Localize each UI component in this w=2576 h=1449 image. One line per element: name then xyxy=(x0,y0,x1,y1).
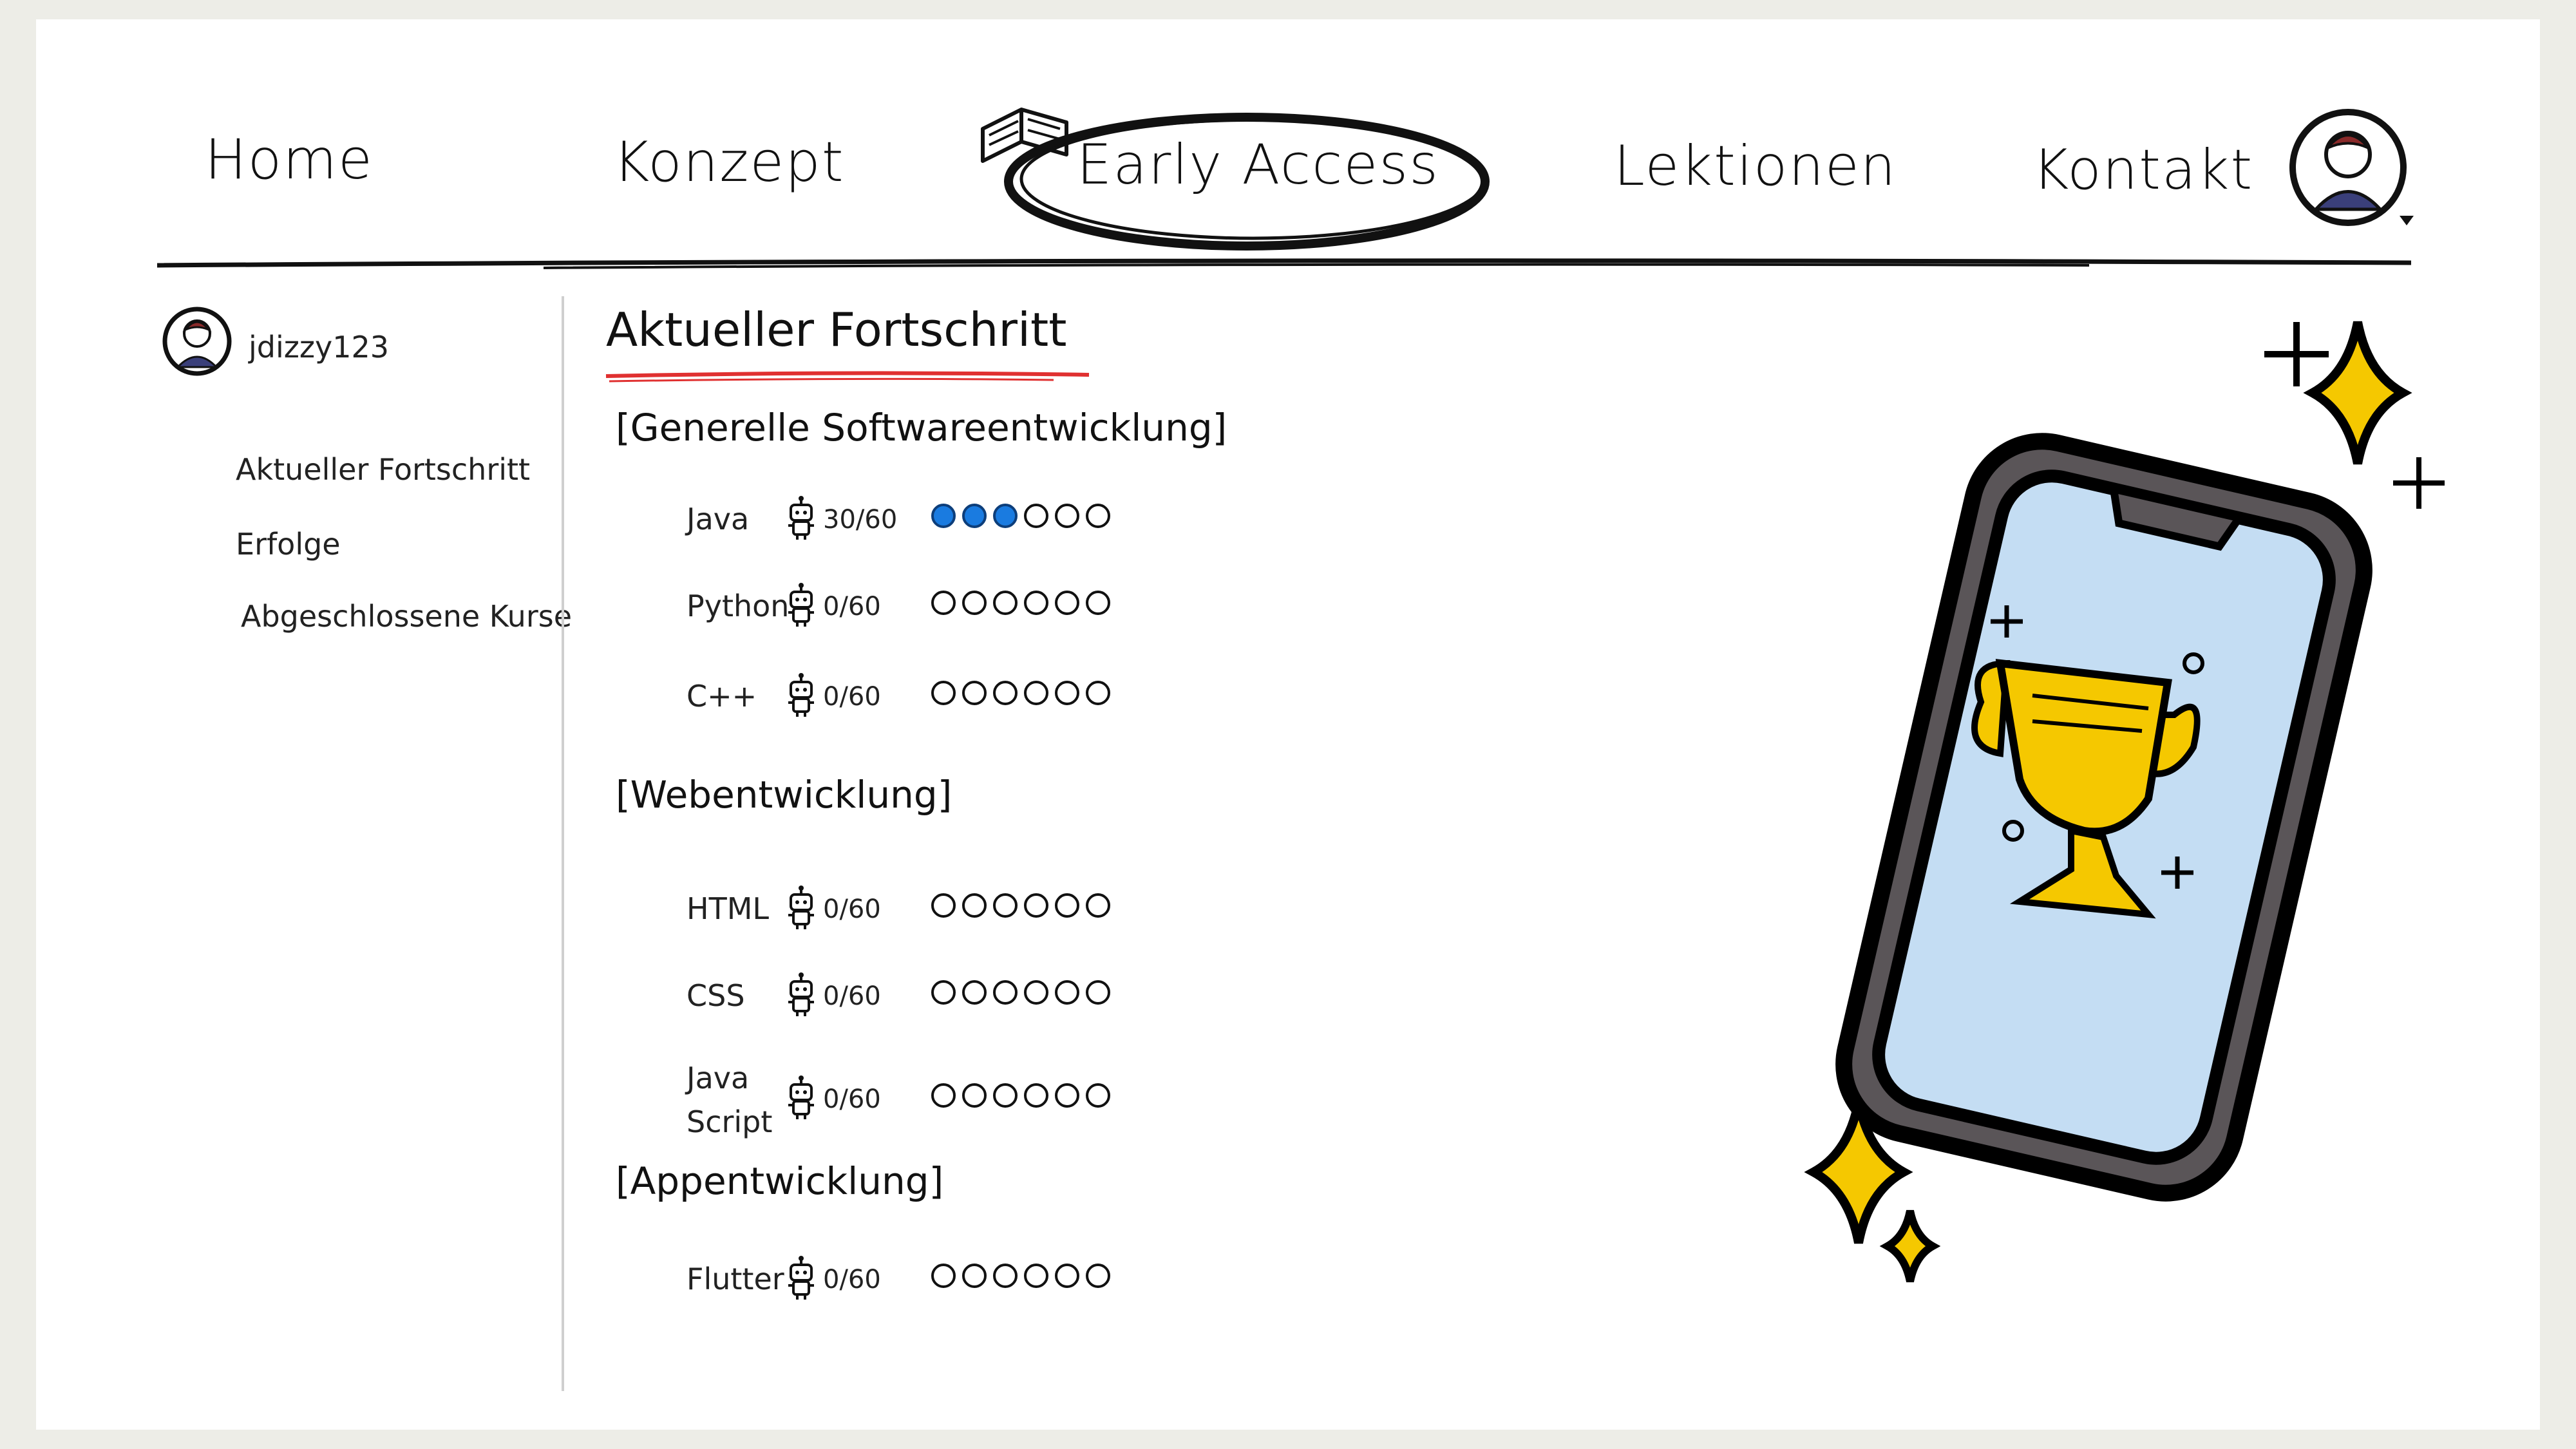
progress-dot-empty xyxy=(1024,504,1048,528)
robot-icon xyxy=(788,1075,814,1119)
progress-dots xyxy=(931,893,1110,925)
progress-dots xyxy=(931,1264,1110,1296)
progress-dot-empty xyxy=(1055,980,1079,1005)
title-underline xyxy=(605,371,1090,383)
progress-dot-empty xyxy=(1086,980,1110,1005)
course-score: 0/60 xyxy=(823,1084,881,1114)
section-heading: [Webentwicklung] xyxy=(616,773,952,817)
progress-dot-empty xyxy=(931,591,956,615)
robot-icon xyxy=(788,886,814,929)
progress-dot-empty xyxy=(993,1083,1018,1108)
progress-row[interactable]: Flutter 0/60 xyxy=(687,1256,1331,1327)
progress-dot-empty xyxy=(1086,893,1110,918)
progress-dot-empty xyxy=(993,893,1018,918)
nav-home[interactable]: Home xyxy=(205,128,374,192)
course-name: Flutter xyxy=(687,1262,784,1296)
progress-dots xyxy=(931,504,1110,536)
section-heading: [Appentwicklung] xyxy=(616,1159,944,1203)
progress-dot-empty xyxy=(962,591,987,615)
progress-dots xyxy=(931,980,1110,1012)
course-name: Java Script xyxy=(687,1061,773,1139)
progress-dot-empty xyxy=(993,1264,1018,1288)
progress-dot-empty xyxy=(993,591,1018,615)
course-score: 30/60 xyxy=(823,505,898,535)
progress-dot-empty xyxy=(962,1083,987,1108)
progress-dot-empty xyxy=(993,681,1018,705)
progress-dot-empty xyxy=(1055,591,1079,615)
sidebar-link-progress[interactable]: Aktueller Fortschritt xyxy=(236,452,530,487)
progress-row[interactable]: Java 30/60 xyxy=(687,496,1331,567)
progress-dots xyxy=(931,591,1110,623)
progress-dot-empty xyxy=(962,1264,987,1288)
progress-dots xyxy=(931,1083,1110,1115)
course-name: Python xyxy=(687,589,790,623)
sidebar-username: jdizzy123 xyxy=(249,330,390,365)
progress-row[interactable]: CSS 0/60 xyxy=(687,972,1331,1043)
progress-dot-empty xyxy=(1024,681,1048,705)
progress-dot-filled xyxy=(993,504,1018,528)
progress-dot-empty xyxy=(1086,681,1110,705)
progress-dot-empty xyxy=(1086,1083,1110,1108)
progress-dots xyxy=(931,681,1110,713)
course-score: 0/60 xyxy=(823,895,881,924)
robot-icon xyxy=(788,972,814,1016)
page-canvas: Home Konzept Early Access Lektionen Kont… xyxy=(36,19,2540,1430)
progress-dot-empty xyxy=(1024,1264,1048,1288)
course-name: CSS xyxy=(687,978,745,1013)
progress-dot-empty xyxy=(931,893,956,918)
sidebar-link-achievements[interactable]: Erfolge xyxy=(236,527,341,562)
progress-row[interactable]: HTML 0/60 xyxy=(687,886,1331,956)
sidebar-divider xyxy=(562,296,564,1391)
progress-dot-empty xyxy=(1086,504,1110,528)
course-score: 0/60 xyxy=(823,1265,881,1294)
progress-dot-empty xyxy=(962,980,987,1005)
progress-dot-empty xyxy=(1024,591,1048,615)
course-name: C++ xyxy=(687,679,757,714)
progress-dot-empty xyxy=(931,1264,956,1288)
progress-dot-empty xyxy=(1024,893,1048,918)
course-score: 0/60 xyxy=(823,981,881,1011)
progress-dot-empty xyxy=(1055,1264,1079,1288)
progress-dot-empty xyxy=(962,893,987,918)
progress-dot-empty xyxy=(931,1083,956,1108)
progress-dot-filled xyxy=(962,504,987,528)
nav-early-access[interactable]: Early Access xyxy=(1077,133,1439,197)
progress-dot-empty xyxy=(962,681,987,705)
progress-row[interactable]: Java Script 0/60 xyxy=(687,1061,1331,1146)
nav-divider xyxy=(157,258,2411,269)
progress-dot-empty xyxy=(931,681,956,705)
progress-dot-empty xyxy=(1055,504,1079,528)
sidebar-link-completed-courses[interactable]: Abgeschlossene Kurse xyxy=(241,599,572,634)
progress-row[interactable]: C++ 0/60 xyxy=(687,673,1331,744)
robot-icon xyxy=(788,1256,814,1300)
course-score: 0/60 xyxy=(823,682,881,712)
nav-konzept[interactable]: Konzept xyxy=(613,130,845,194)
avatar-icon xyxy=(162,307,232,376)
progress-dot-empty xyxy=(1055,893,1079,918)
progress-dot-filled xyxy=(931,504,956,528)
trophy-phone-illustration xyxy=(1804,321,2445,1283)
progress-dot-empty xyxy=(931,980,956,1005)
course-name: HTML xyxy=(687,891,770,926)
robot-icon xyxy=(788,673,814,717)
progress-dot-empty xyxy=(1024,980,1048,1005)
nav-kontakt[interactable]: Kontakt xyxy=(2032,138,2253,202)
course-name: Java xyxy=(687,502,750,536)
progress-dot-empty xyxy=(1086,1264,1110,1288)
robot-icon xyxy=(788,496,814,540)
progress-dot-empty xyxy=(1024,1083,1048,1108)
page-title: Aktueller Fortschritt xyxy=(606,303,1067,357)
nav-lektionen[interactable]: Lektionen xyxy=(1614,134,1897,198)
progress-row[interactable]: Python 0/60 xyxy=(687,583,1331,654)
sidebar-user[interactable]: jdizzy123 xyxy=(158,303,493,399)
progress-dot-empty xyxy=(1086,591,1110,615)
section-heading: [Generelle Softwareentwicklung] xyxy=(616,406,1227,450)
progress-dot-empty xyxy=(993,980,1018,1005)
profile-avatar-icon[interactable] xyxy=(2271,103,2438,245)
robot-icon xyxy=(788,583,814,627)
course-score: 0/60 xyxy=(823,592,881,621)
progress-dot-empty xyxy=(1055,681,1079,705)
progress-dot-empty xyxy=(1055,1083,1079,1108)
